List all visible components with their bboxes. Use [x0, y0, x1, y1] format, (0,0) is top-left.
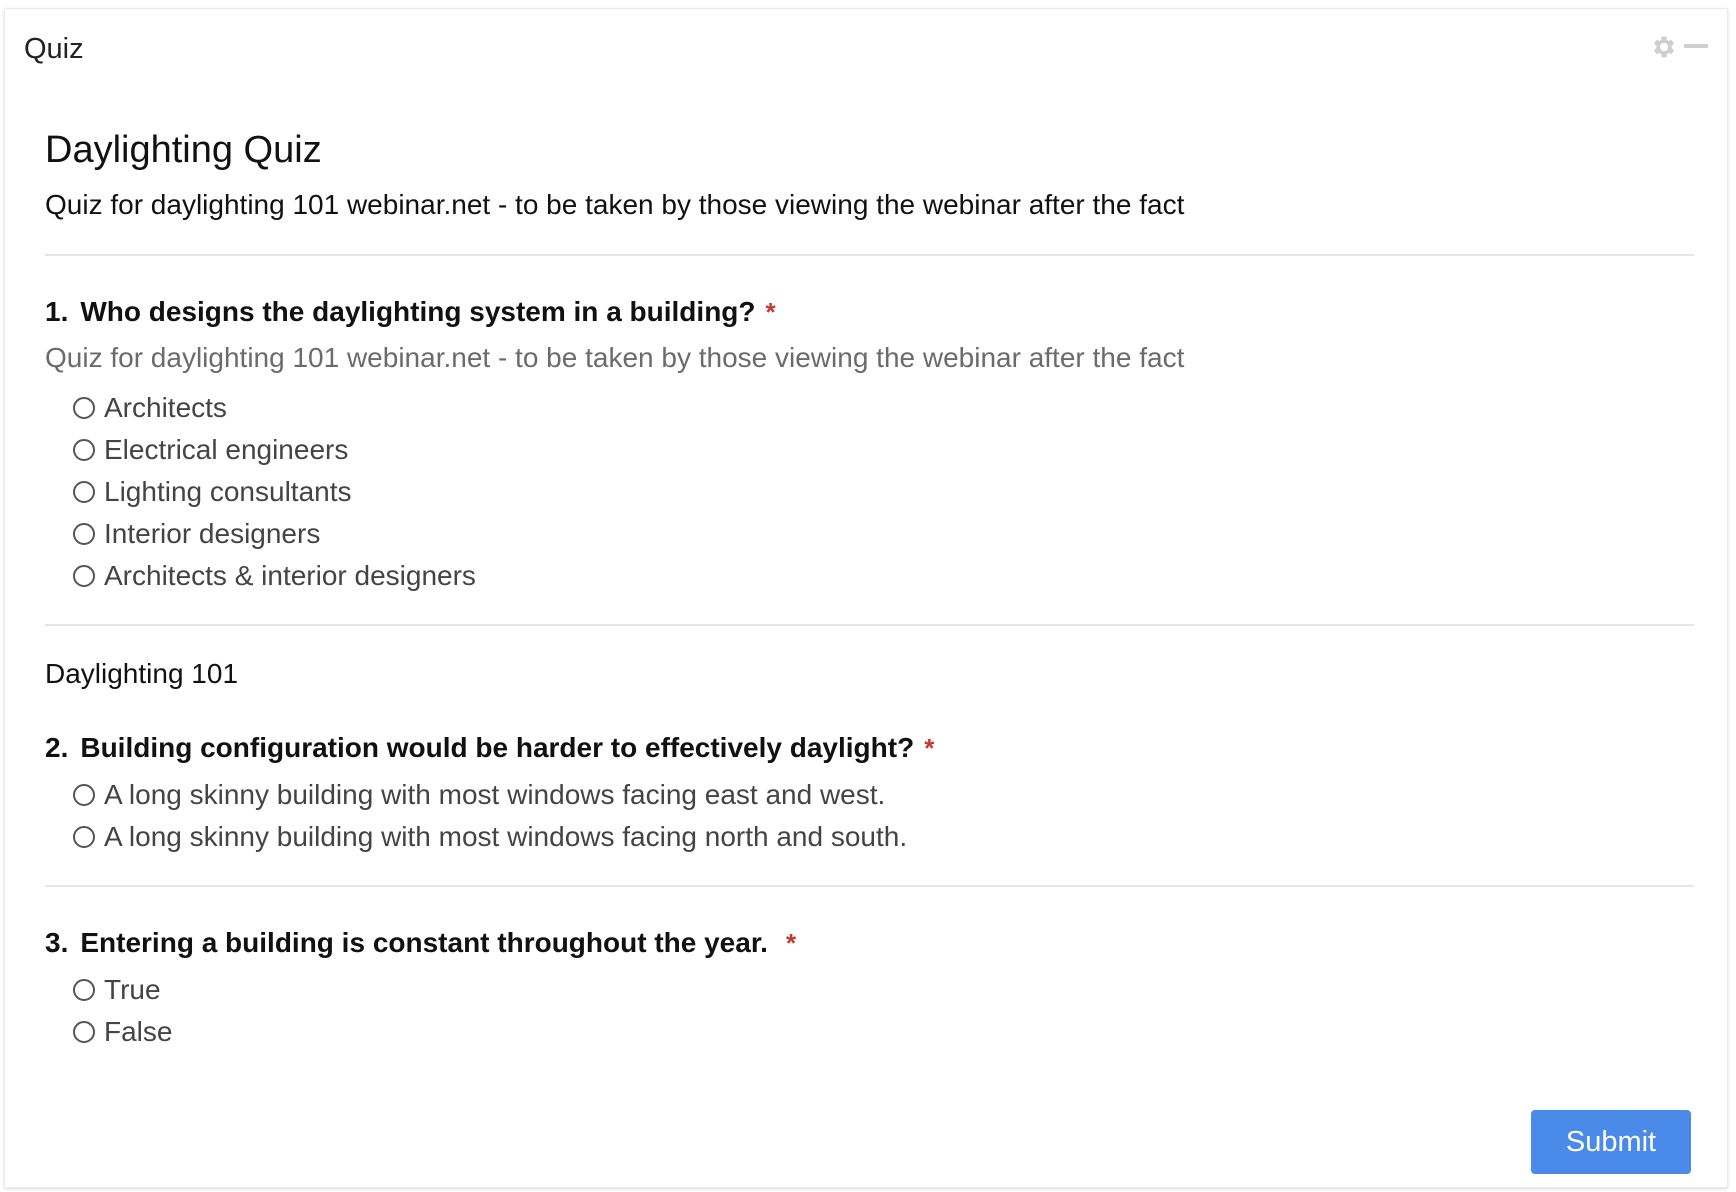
required-marker: *: [785, 928, 797, 958]
options-list: A long skinny building with most windows…: [73, 774, 1694, 858]
divider: [45, 885, 1694, 887]
radio-button[interactable]: [73, 481, 95, 503]
form-content: Daylighting Quiz Quiz for daylighting 10…: [45, 77, 1694, 1053]
option-north-south[interactable]: A long skinny building with most windows…: [73, 816, 1694, 858]
question-2: 2. Building configuration would be harde…: [45, 730, 1694, 858]
question-title: 2. Building configuration would be harde…: [45, 730, 1694, 766]
question-text: Who designs the daylighting system in a …: [80, 296, 756, 327]
option-label: False: [104, 1016, 173, 1047]
option-label: True: [104, 974, 161, 1005]
options-list: True False: [73, 969, 1694, 1053]
required-marker: *: [924, 733, 935, 763]
option-true[interactable]: True: [73, 969, 1694, 1011]
option-label: Lighting consultants: [104, 476, 352, 507]
section-label: Daylighting 101: [45, 658, 239, 689]
option-label: A long skinny building with most windows…: [104, 779, 886, 810]
radio-button[interactable]: [73, 565, 95, 587]
minimize-icon[interactable]: [1683, 33, 1709, 61]
option-architects-and-interior-designers[interactable]: Architects & interior designers: [73, 555, 1694, 597]
question-number: 2.: [45, 732, 69, 763]
divider: [45, 254, 1694, 256]
option-east-west[interactable]: A long skinny building with most windows…: [73, 774, 1694, 816]
question-3: 3. Entering a building is constant throu…: [45, 925, 1694, 1053]
form-title: Daylighting Quiz: [45, 129, 322, 171]
option-false[interactable]: False: [73, 1011, 1694, 1053]
divider: [45, 624, 1694, 626]
option-label: Architects & interior designers: [104, 560, 476, 591]
option-label: A long skinny building with most windows…: [104, 821, 908, 852]
form-description: Quiz for daylighting 101 webinar.net - t…: [45, 189, 1185, 220]
question-number: 3.: [45, 927, 69, 958]
option-electrical-engineers[interactable]: Electrical engineers: [73, 429, 1694, 471]
radio-button[interactable]: [73, 784, 95, 806]
option-label: Interior designers: [104, 518, 321, 549]
question-text: Building configuration would be harder t…: [80, 732, 915, 763]
question-text: Entering a building is constant througho…: [80, 927, 768, 958]
option-interior-designers[interactable]: Interior designers: [73, 513, 1694, 555]
required-marker: *: [765, 297, 776, 327]
option-lighting-consultants[interactable]: Lighting consultants: [73, 471, 1694, 513]
radio-button[interactable]: [73, 439, 95, 461]
radio-button[interactable]: [73, 979, 95, 1001]
radio-button[interactable]: [73, 1021, 95, 1043]
question-title: 1. Who designs the daylighting system in…: [45, 294, 1694, 330]
options-list: Architects Electrical engineers Lighting…: [73, 387, 1694, 597]
panel-title: Quiz: [24, 33, 84, 65]
question-description: Quiz for daylighting 101 webinar.net - t…: [45, 342, 1185, 373]
option-label: Electrical engineers: [104, 434, 349, 465]
submit-button[interactable]: Submit: [1531, 1110, 1691, 1174]
option-architects[interactable]: Architects: [73, 387, 1694, 429]
radio-button[interactable]: [73, 397, 95, 419]
radio-button[interactable]: [73, 523, 95, 545]
radio-button[interactable]: [73, 826, 95, 848]
question-1: 1. Who designs the daylighting system in…: [45, 294, 1694, 597]
panel-header: Quiz: [5, 9, 1727, 77]
option-label: Architects: [104, 392, 227, 423]
question-title: 3. Entering a building is constant throu…: [45, 925, 1694, 961]
header-tools: [1649, 33, 1709, 61]
quiz-panel: Quiz Daylighting Quiz Quiz for daylighti…: [4, 8, 1728, 1188]
question-number: 1.: [45, 296, 69, 327]
gear-icon[interactable]: [1649, 33, 1677, 61]
